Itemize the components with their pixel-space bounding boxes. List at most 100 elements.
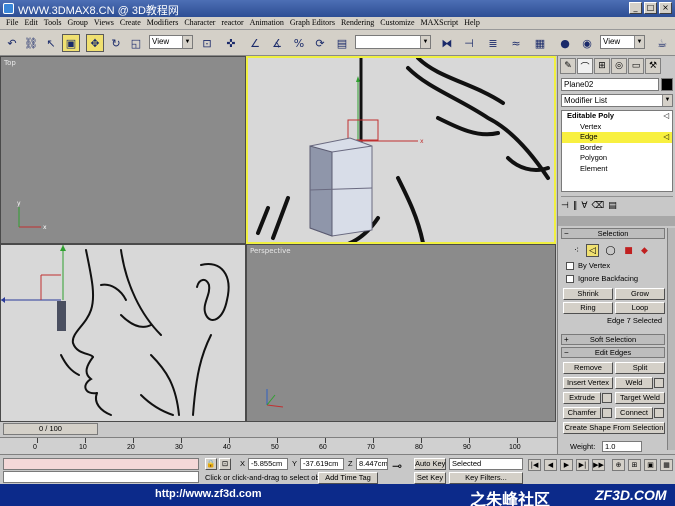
extrude-settings-icon[interactable] <box>602 393 612 403</box>
menu-views[interactable]: Views <box>91 17 117 29</box>
mirror-icon[interactable]: ⧓ <box>438 34 456 52</box>
target-weld-button[interactable]: Target Weld <box>615 392 665 404</box>
chamfer-settings-icon[interactable] <box>602 408 612 418</box>
split-button[interactable]: Split <box>615 362 665 374</box>
ignore-backfacing-checkbox[interactable] <box>566 275 574 283</box>
pivot-icon[interactable]: ⊡ <box>198 34 216 52</box>
curve-editor-icon[interactable]: ≈ <box>507 34 525 52</box>
stack-item-edge[interactable]: Edge ◁ <box>562 132 672 143</box>
select-scale-icon[interactable]: ◱ <box>127 34 145 52</box>
close-icon[interactable]: × <box>659 2 672 14</box>
modify-tab-icon[interactable]: ⌒ <box>577 58 593 74</box>
add-time-tag-button[interactable]: Add Time Tag <box>318 472 378 484</box>
loop-button[interactable]: Loop <box>615 302 665 314</box>
maxscript-listener[interactable] <box>3 458 199 470</box>
go-to-start-icon[interactable]: |◀ <box>528 459 541 471</box>
menu-help[interactable]: Help <box>461 17 483 29</box>
polygon-mode-icon[interactable]: ■ <box>622 244 635 257</box>
viewport-left[interactable] <box>0 244 246 422</box>
undo-icon[interactable]: ↶ <box>3 34 21 52</box>
key-mode-dropdown[interactable]: Selected <box>449 458 523 470</box>
stack-item-element[interactable]: Element <box>562 164 672 175</box>
object-color-swatch[interactable] <box>661 78 673 91</box>
lock-selection-icon[interactable]: 🔒 <box>205 458 217 470</box>
stack-item-polygon[interactable]: Polygon <box>562 153 672 164</box>
named-selection-dropdown[interactable]: ▼ <box>355 35 431 49</box>
spinner-snap-icon[interactable]: ⟳ <box>311 34 329 52</box>
align-icon[interactable]: ⊣ <box>460 34 478 52</box>
menu-maxscript[interactable]: MAXScript <box>418 17 462 29</box>
border-mode-icon[interactable]: ◯ <box>604 244 617 257</box>
zoom-extents-icon[interactable]: ▣ <box>644 459 657 471</box>
element-mode-icon[interactable]: ◆ <box>638 244 651 257</box>
maximize-icon[interactable]: □ <box>644 2 657 14</box>
hierarchy-tab-icon[interactable]: ⊞ <box>594 58 610 74</box>
remove-modifier-icon[interactable]: ⌫ <box>592 201 605 211</box>
menu-rendering[interactable]: Rendering <box>338 17 377 29</box>
render-type-dropdown[interactable]: View ▼ <box>600 35 645 49</box>
motion-tab-icon[interactable]: ◎ <box>611 58 627 74</box>
connect-button[interactable]: Connect <box>615 407 653 419</box>
menu-character[interactable]: Character <box>181 17 218 29</box>
viewport-front[interactable]: x <box>246 56 556 244</box>
create-shape-button[interactable]: Create Shape From Selection <box>563 422 665 434</box>
modifier-list-dropdown[interactable]: Modifier List ▼ <box>561 94 673 107</box>
vertex-mode-icon[interactable]: ⁖ <box>570 244 583 257</box>
menu-group[interactable]: Group <box>64 17 90 29</box>
absolute-mode-icon[interactable]: ⊡ <box>219 458 231 470</box>
set-key-button[interactable]: Set Key <box>414 472 446 484</box>
previous-frame-icon[interactable]: ◀ <box>544 459 557 471</box>
render-scene-icon[interactable]: ◉ <box>578 34 596 52</box>
weight-input[interactable]: 1.0 <box>602 441 642 452</box>
next-frame-icon[interactable]: ▶| <box>576 459 589 471</box>
configure-modifiers-icon[interactable]: ▤ <box>608 201 617 211</box>
command-panel-scrollbar[interactable] <box>667 228 675 450</box>
remove-button[interactable]: Remove <box>563 362 613 374</box>
menu-graph-editors[interactable]: Graph Editors <box>287 17 338 29</box>
zoom-icon[interactable]: ⊕ <box>612 459 625 471</box>
ring-button[interactable]: Ring <box>563 302 613 314</box>
grow-button[interactable]: Grow <box>615 288 665 300</box>
stack-item-vertex[interactable]: Vertex <box>562 122 672 133</box>
menu-edit[interactable]: Edit <box>21 17 40 29</box>
menu-animation[interactable]: Animation <box>247 17 287 29</box>
select-move-icon[interactable]: ✥ <box>86 34 104 52</box>
stack-item-border[interactable]: Border <box>562 143 672 154</box>
by-vertex-checkbox[interactable] <box>566 262 574 270</box>
object-name-field[interactable]: Plane02 <box>561 78 659 91</box>
soft-selection-rollout-header[interactable]: + Soft Selection <box>561 334 665 345</box>
viewport-top[interactable]: Top x y <box>0 56 246 244</box>
utilities-tab-icon[interactable]: ⚒ <box>645 58 661 74</box>
weld-settings-icon[interactable] <box>654 378 664 388</box>
shrink-button[interactable]: Shrink <box>563 288 613 300</box>
reference-coord-dropdown[interactable]: View ▼ <box>149 35 193 49</box>
y-coordinate-field[interactable]: -37.619cm <box>300 458 344 470</box>
named-selection-icon[interactable]: ▤ <box>333 34 351 52</box>
key-filters-button[interactable]: Key Filters... <box>449 472 523 484</box>
select-link-icon[interactable]: ⛓ <box>22 34 40 52</box>
menu-tools[interactable]: Tools <box>41 17 65 29</box>
stack-item-editable-poly[interactable]: Editable Poly ◁ <box>562 111 672 122</box>
menu-file[interactable]: File <box>3 17 21 29</box>
chamfer-button[interactable]: Chamfer <box>563 407 601 419</box>
insert-vertex-button[interactable]: Insert Vertex <box>563 377 613 389</box>
select-region-icon[interactable]: ▣ <box>62 34 80 52</box>
angle-snap-icon[interactable]: ∡ <box>268 34 286 52</box>
material-editor-icon[interactable]: ● <box>556 34 574 52</box>
select-icon[interactable]: ↖ <box>42 34 60 52</box>
zoom-extents-all-icon[interactable]: ▦ <box>660 459 673 471</box>
z-coordinate-field[interactable]: 8.447cm <box>356 458 388 470</box>
layer-manager-icon[interactable]: ≣ <box>484 34 502 52</box>
pin-stack-icon[interactable]: ⊣ <box>561 201 569 211</box>
minimize-icon[interactable]: _ <box>629 2 642 14</box>
extrude-button[interactable]: Extrude <box>563 392 601 404</box>
mirror-axis-icon[interactable]: ✜ <box>222 34 240 52</box>
track-bar[interactable]: 0 10 20 30 40 50 60 70 80 90 100 <box>0 437 557 455</box>
edge-mode-icon[interactable]: ◁ <box>586 244 599 257</box>
create-tab-icon[interactable]: ✎ <box>560 58 576 74</box>
play-icon[interactable]: ▶ <box>560 459 573 471</box>
x-coordinate-field[interactable]: -5.855cm <box>248 458 288 470</box>
menu-modifiers[interactable]: Modifiers <box>144 17 182 29</box>
display-tab-icon[interactable]: ▭ <box>628 58 644 74</box>
connect-settings-icon[interactable] <box>654 408 664 418</box>
